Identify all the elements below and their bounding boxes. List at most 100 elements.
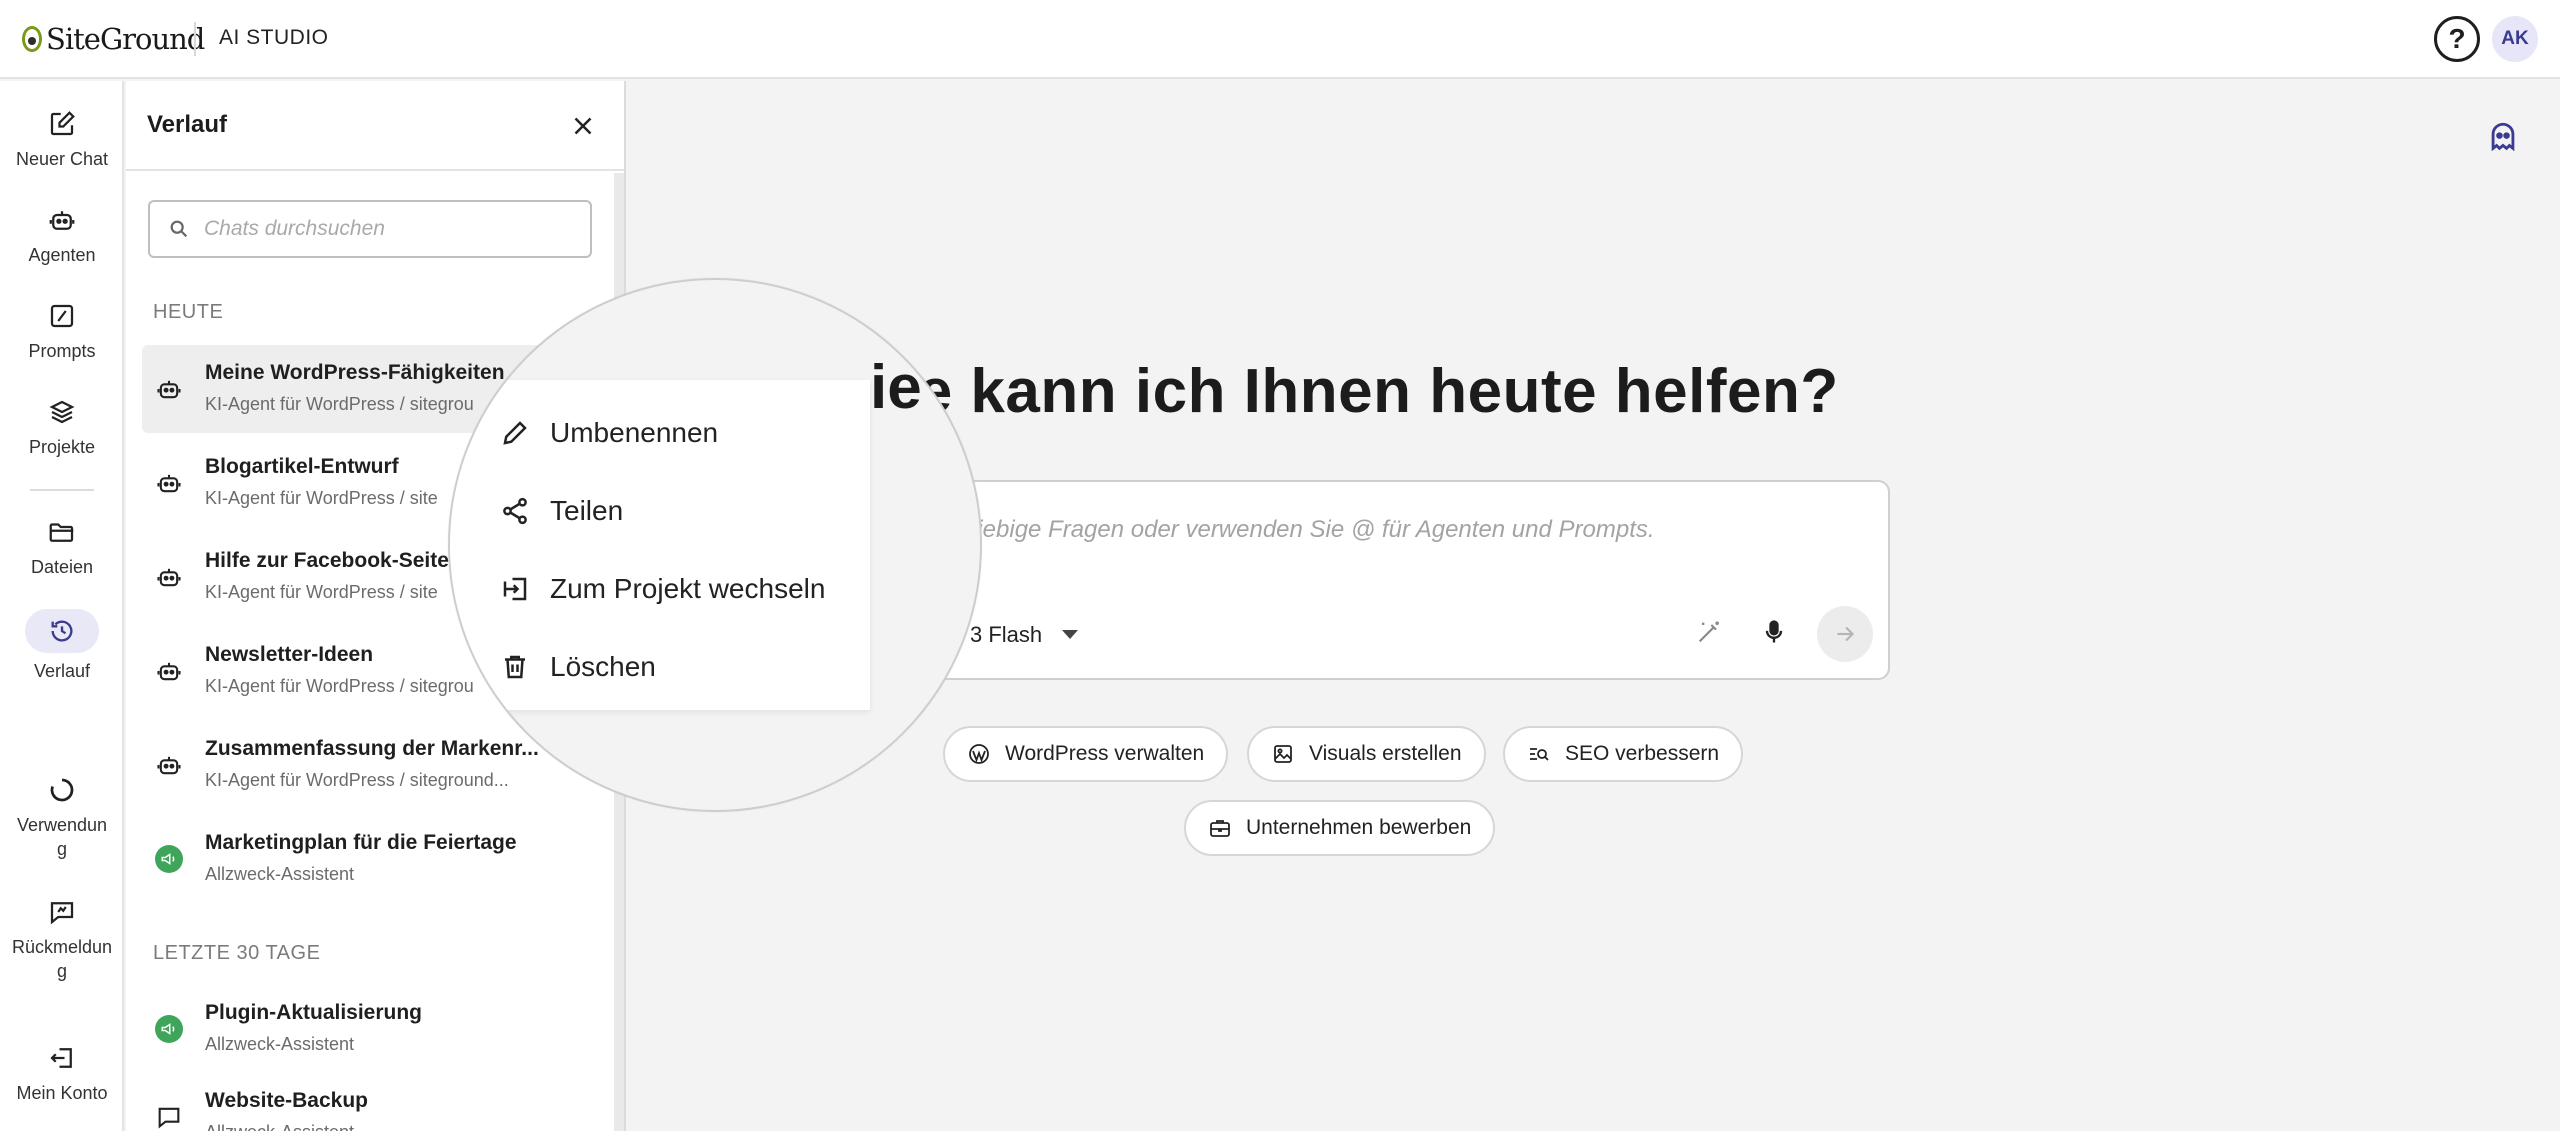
welcome-headline: ie kann ich Ihnen heute helfen? <box>900 357 1839 426</box>
rail-label: Agenten <box>28 245 96 265</box>
incognito-ghost-button[interactable] <box>2486 120 2520 154</box>
robot-icon <box>157 662 181 681</box>
section-last-30-days: LETZTE 30 TAGE <box>153 942 321 964</box>
seo-search-icon <box>1530 748 1549 761</box>
robot-icon <box>47 205 77 235</box>
rail-label-line2: g <box>56 961 67 981</box>
layers-icon <box>47 397 77 427</box>
chip-label: WordPress verwalten <box>1005 742 1205 765</box>
left-rail: Neuer Chat Agenten Prompts Projekte Date… <box>0 81 124 1131</box>
magic-wand-icon <box>1698 621 1719 643</box>
chat-title: Website-Backup <box>205 1089 368 1112</box>
question-icon: ? <box>2448 23 2466 54</box>
rail-files[interactable]: Dateien <box>0 517 124 579</box>
rail-feedback[interactable]: Rückmeldun g <box>0 897 124 983</box>
chat-subtitle: KI-Agent für WordPress / sitegrou <box>205 676 474 696</box>
chat-item[interactable]: Plugin-Aktualisierung Allzweck-Assistent <box>142 985 562 1073</box>
chat-context-menu: Umbenennen Teilen Zum Projekt wechseln L… <box>450 380 870 710</box>
chip-label: Unternehmen bewerben <box>1246 816 1472 839</box>
rail-label-line1: Rückmeldun <box>11 937 113 957</box>
chat-subtitle: KI-Agent für WordPress / site <box>205 582 438 602</box>
chevron-down-icon[interactable] <box>1062 630 1078 639</box>
chip-promote-business[interactable]: Unternehmen bewerben <box>1184 800 1496 856</box>
magnified-view: ie kann ich Ihnen heute helfen? Umbenenn… <box>450 280 980 810</box>
rail-usage[interactable]: Verwendun g <box>0 775 124 861</box>
rail-new-chat[interactable]: Neuer Chat <box>0 109 124 171</box>
chat-search-input[interactable] <box>204 217 584 241</box>
top-divider <box>194 22 196 56</box>
rail-label: Prompts <box>28 341 96 361</box>
top-bar: SiteGround AI STUDIO ? AK <box>0 0 2560 79</box>
logout-icon <box>47 1043 77 1073</box>
magnified-headline: ie kann ich Ihnen heute helfen? <box>870 353 980 422</box>
robot-icon <box>157 756 181 775</box>
prompt-icon <box>47 301 77 331</box>
magnifier-overlay: ie kann ich Ihnen heute helfen? Umbenenn… <box>448 278 982 812</box>
history-title: Verlauf <box>147 111 228 138</box>
close-icon <box>574 117 592 135</box>
chat-title: Blogartikel-Entwurf <box>205 455 399 478</box>
chat-title: Newsletter-Ideen <box>205 643 374 666</box>
share-icon <box>503 497 527 525</box>
image-icon <box>1274 745 1292 763</box>
rail-label: Verlauf <box>33 661 91 681</box>
rail-prompts[interactable]: Prompts <box>0 301 124 363</box>
pencil-icon <box>503 421 527 445</box>
menu-move-to-project[interactable]: Zum Projekt wechseln <box>500 564 825 614</box>
chat-subtitle: Allzweck-Assistent <box>205 1122 354 1131</box>
search-icon <box>170 220 188 238</box>
send-button[interactable] <box>1817 606 1873 662</box>
product-name: AI STUDIO <box>219 26 329 49</box>
chat-subtitle: Allzweck-Assistent <box>205 1034 355 1054</box>
rail-agents[interactable]: Agenten <box>0 205 124 267</box>
menu-label: Umbenennen <box>550 417 719 448</box>
chat-title: Marketingplan für die Feiertage <box>205 831 517 854</box>
menu-rename[interactable]: Umbenennen <box>500 408 718 458</box>
menu-label: Teilen <box>550 495 624 526</box>
chat-title: Hilfe zur Facebook-Seite <box>205 549 449 572</box>
menu-label: Zum Projekt wechseln <box>550 573 826 604</box>
rail-label: Neuer Chat <box>15 149 109 169</box>
rail-label-line1: Verwendun <box>16 815 108 835</box>
voice-input-button[interactable] <box>1752 610 1796 654</box>
enhance-prompt-button[interactable] <box>1687 610 1731 654</box>
chat-subtitle: Allzweck-Assistent <box>205 864 355 884</box>
chip-label: SEO verbessern <box>1565 742 1720 765</box>
megaphone-icon <box>155 1015 183 1043</box>
chat-composer[interactable]: liebige Fragen oder verwenden Sie @ für … <box>820 480 1890 680</box>
robot-icon <box>157 568 181 587</box>
chip-wordpress[interactable]: WordPress verwalten <box>943 726 1229 782</box>
arrow-right-icon <box>1837 626 1855 642</box>
chat-title: Plugin-Aktualisierung <box>205 1001 423 1024</box>
composer-placeholder[interactable]: liebige Fragen oder verwenden Sie @ für … <box>972 516 1655 544</box>
chat-item[interactable]: Website-Backup Allzweck-Assistent <box>142 1073 562 1131</box>
rail-label: Mein Konto <box>16 1083 108 1103</box>
rail-history[interactable]: Verlauf <box>0 609 124 683</box>
model-selector[interactable]: 3 Flash <box>970 622 1042 648</box>
move-to-project-icon <box>503 577 527 601</box>
rail-account[interactable]: Mein Konto <box>0 1043 124 1105</box>
trash-icon <box>505 655 525 679</box>
user-avatar[interactable]: AK <box>2492 16 2538 62</box>
edit-icon <box>47 109 77 139</box>
chat-bubble-icon <box>158 1107 180 1129</box>
chat-subtitle: KI-Agent für WordPress / site <box>205 488 438 508</box>
menu-share[interactable]: Teilen <box>500 486 623 536</box>
ghost-icon <box>2491 122 2515 152</box>
chip-visuals[interactable]: Visuals erstellen <box>1247 726 1486 782</box>
brand-name: SiteGround <box>46 22 205 56</box>
menu-delete[interactable]: Löschen <box>500 642 656 692</box>
siteground-logo[interactable]: SiteGround <box>22 22 205 56</box>
chat-search-box[interactable] <box>148 200 592 258</box>
rail-projects[interactable]: Projekte <box>0 397 124 459</box>
help-button[interactable]: ? <box>2434 16 2480 62</box>
rail-label-line2: g <box>56 839 67 859</box>
chat-subtitle: KI-Agent für WordPress / sitegrou <box>205 394 474 414</box>
chat-item[interactable]: Marketingplan für die Feiertage Allzweck… <box>142 815 562 903</box>
chip-seo[interactable]: SEO verbessern <box>1503 726 1744 782</box>
chip-label: Visuals erstellen <box>1309 742 1462 765</box>
close-history-button[interactable] <box>568 111 598 141</box>
rail-separator <box>30 489 94 491</box>
rail-label: Projekte <box>28 437 96 457</box>
rail-label: Dateien <box>30 557 94 577</box>
